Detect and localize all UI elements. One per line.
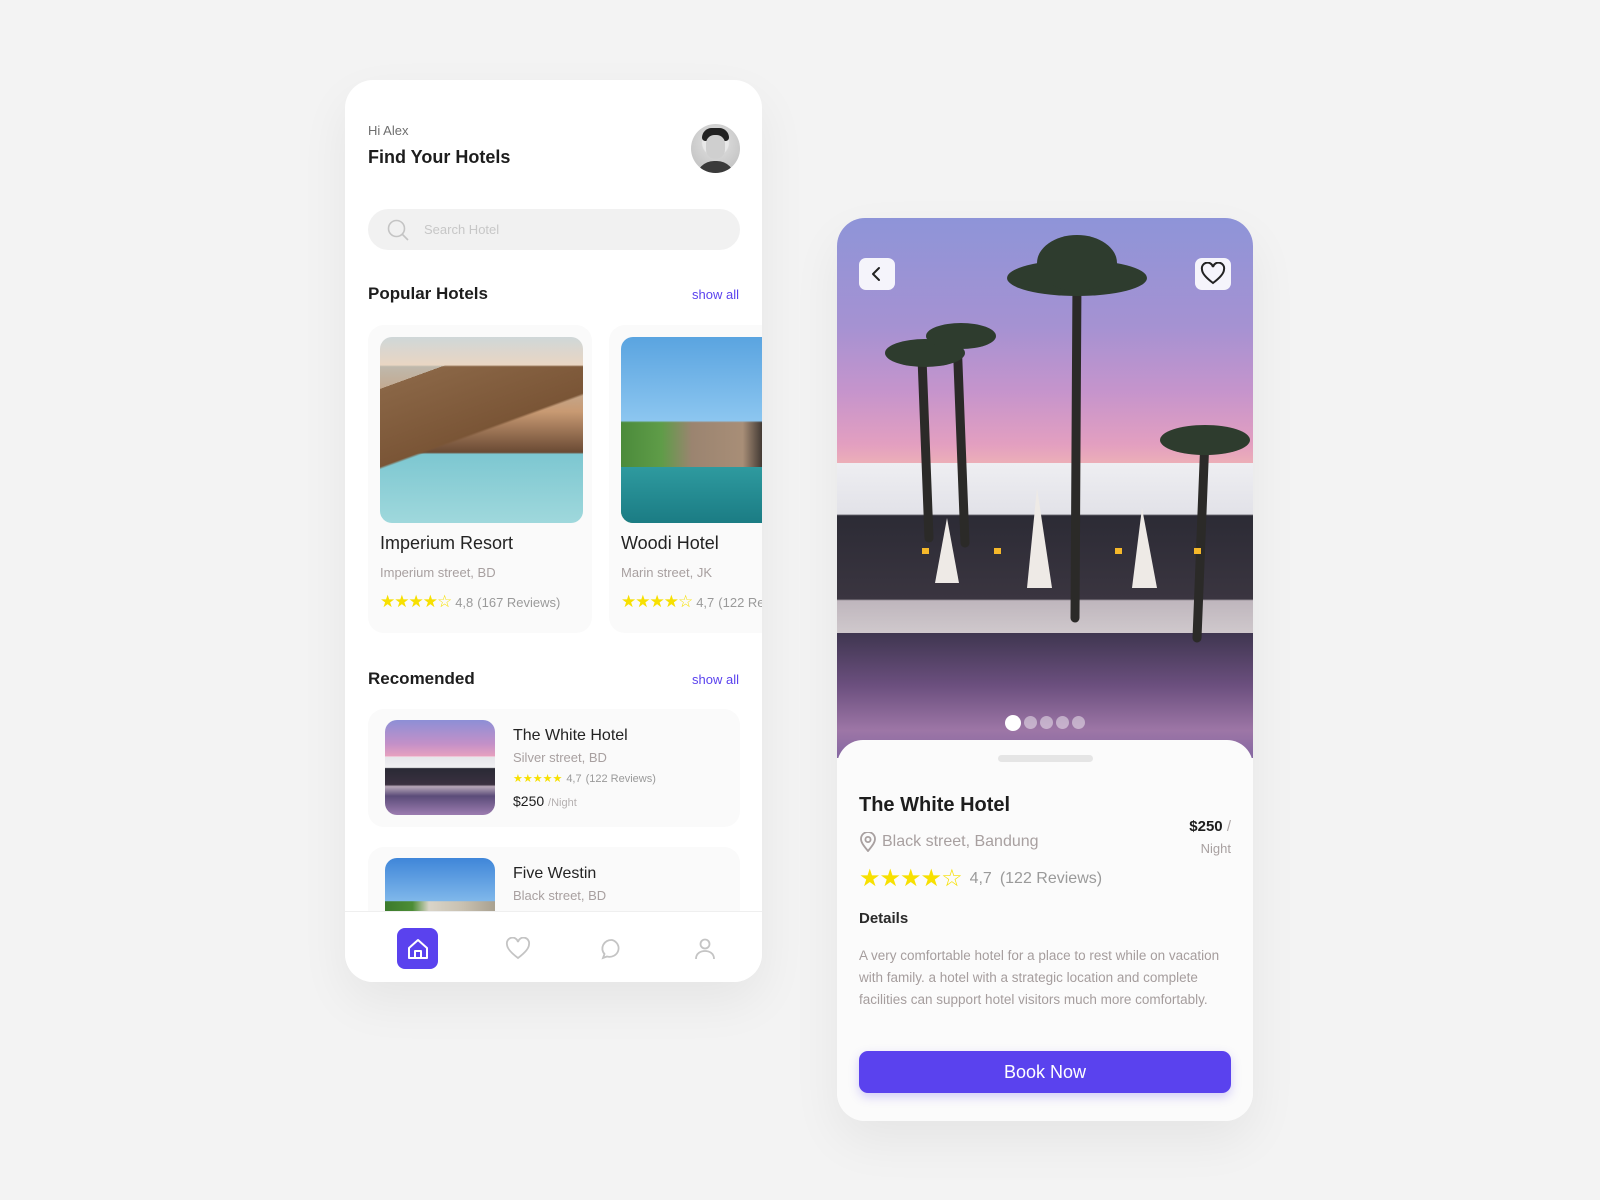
- hotel-rating: ★★★★☆ 4,8 (167 Reviews): [380, 592, 560, 612]
- hotel-image: [380, 337, 583, 523]
- details-heading: Details: [859, 910, 909, 927]
- rating-value: 4,7: [969, 869, 992, 887]
- hotel-hero-image[interactable]: [837, 218, 1253, 758]
- back-button[interactable]: [859, 258, 895, 290]
- carousel-dot[interactable]: [1005, 715, 1021, 731]
- search-bar[interactable]: [368, 209, 740, 250]
- chevron-left-icon: [872, 267, 880, 281]
- palm-trees-illustration: [885, 235, 1250, 643]
- hotel-name: Woodi Hotel: [621, 533, 719, 553]
- sheet-drag-handle[interactable]: [998, 755, 1093, 762]
- recommended-hotel-card[interactable]: The White Hotel Silver street, BD ★★★★★ …: [368, 709, 740, 827]
- carousel-dot[interactable]: [1024, 716, 1037, 729]
- home-icon: [407, 938, 428, 959]
- rating-value: 4,7: [696, 594, 715, 610]
- popular-hotel-card[interactable]: Woodi Hotel Marin street, JK ★★★★☆ 4,7 (…: [609, 325, 762, 633]
- review-count: (122 Reviews): [999, 869, 1103, 887]
- profile-icon: [694, 938, 715, 959]
- avatar-face: [706, 135, 725, 159]
- hotel-rating: ★★★★☆ 4,7 (122 Reviews): [859, 864, 1102, 893]
- review-count: (167 Reviews): [477, 594, 561, 610]
- rating-value: 4,7: [566, 772, 582, 785]
- hotel-price: $250 /Night: [513, 793, 577, 809]
- hotel-rating: ★★★★★ 4,7 (122 Reviews): [513, 772, 656, 786]
- hotel-location: Silver street, BD: [513, 750, 607, 765]
- recommended-show-all-link[interactable]: show all: [692, 672, 739, 687]
- hotel-description: A very comfortable hotel for a place to …: [859, 948, 1220, 1007]
- carousel-dot[interactable]: [1072, 716, 1085, 729]
- favorite-button[interactable]: [1195, 258, 1231, 290]
- popular-hotels-title: Popular Hotels: [368, 284, 488, 303]
- detail-sheet: The White Hotel $250 / Night Black stree…: [837, 740, 1253, 1121]
- search-input[interactable]: [424, 209, 724, 250]
- nav-favorites[interactable]: [497, 928, 538, 969]
- carousel-dot[interactable]: [1056, 716, 1069, 729]
- hotel-name: Imperium Resort: [380, 533, 514, 553]
- hotel-name: Five Westin: [513, 865, 597, 882]
- hotel-name: The White Hotel: [513, 727, 628, 744]
- hotel-location: Black street, BD: [513, 888, 607, 903]
- star-icons: ★★★★★: [513, 773, 563, 785]
- hotel-image: [621, 337, 762, 523]
- hotel-name: The White Hotel: [859, 794, 1011, 816]
- hotel-location: Imperium street, BD: [380, 565, 496, 580]
- hotel-price: $250 / Night: [1189, 818, 1231, 856]
- rating-value: 4,8: [455, 594, 474, 610]
- price-unit: /Night: [548, 797, 577, 809]
- recommended-title: Recomended: [368, 669, 475, 688]
- hotel-location: Black street, Bandung: [859, 832, 1039, 852]
- home-screen: Hi Alex Find Your Hotels Popular Hotels …: [345, 80, 762, 982]
- book-now-button[interactable]: Book Now: [859, 1051, 1231, 1093]
- popular-show-all-link[interactable]: show all: [692, 287, 739, 302]
- chat-icon: [600, 938, 619, 960]
- price-amount: $250: [1189, 818, 1223, 835]
- hotel-rating: ★★★★☆ 4,7 (122 Reviews): [621, 592, 762, 612]
- price-amount: $250: [513, 793, 545, 809]
- nav-home[interactable]: [397, 928, 438, 969]
- review-count: (122 Reviews): [718, 594, 762, 610]
- search-icon: [387, 219, 409, 241]
- hotel-image: [385, 720, 495, 815]
- star-icons: ★★★★☆: [380, 592, 452, 611]
- location-text: Black street, Bandung: [882, 833, 1039, 850]
- page-title: Find Your Hotels: [368, 147, 511, 167]
- greeting-text: Hi Alex: [368, 123, 409, 138]
- detail-screen: The White Hotel $250 / Night Black stree…: [837, 218, 1253, 1121]
- star-icons: ★★★★☆: [621, 592, 693, 611]
- carousel-dots: [1005, 715, 1085, 731]
- avatar-shirt: [696, 161, 735, 173]
- star-icons: ★★★★☆: [859, 865, 963, 892]
- hotel-location: Marin street, JK: [621, 565, 713, 580]
- nav-messages[interactable]: [591, 928, 632, 969]
- carousel-dot[interactable]: [1040, 716, 1053, 729]
- location-pin-icon: [860, 832, 876, 852]
- review-count: (122 Reviews): [585, 772, 656, 785]
- bottom-nav: [345, 911, 762, 982]
- heart-icon: [505, 936, 530, 959]
- heart-icon: [1200, 262, 1226, 285]
- avatar[interactable]: [691, 124, 740, 173]
- nav-profile[interactable]: [684, 928, 725, 969]
- price-unit: Night: [1200, 841, 1231, 856]
- price-separator: /: [1222, 818, 1231, 835]
- popular-hotel-card[interactable]: Imperium Resort Imperium street, BD ★★★★…: [368, 325, 592, 633]
